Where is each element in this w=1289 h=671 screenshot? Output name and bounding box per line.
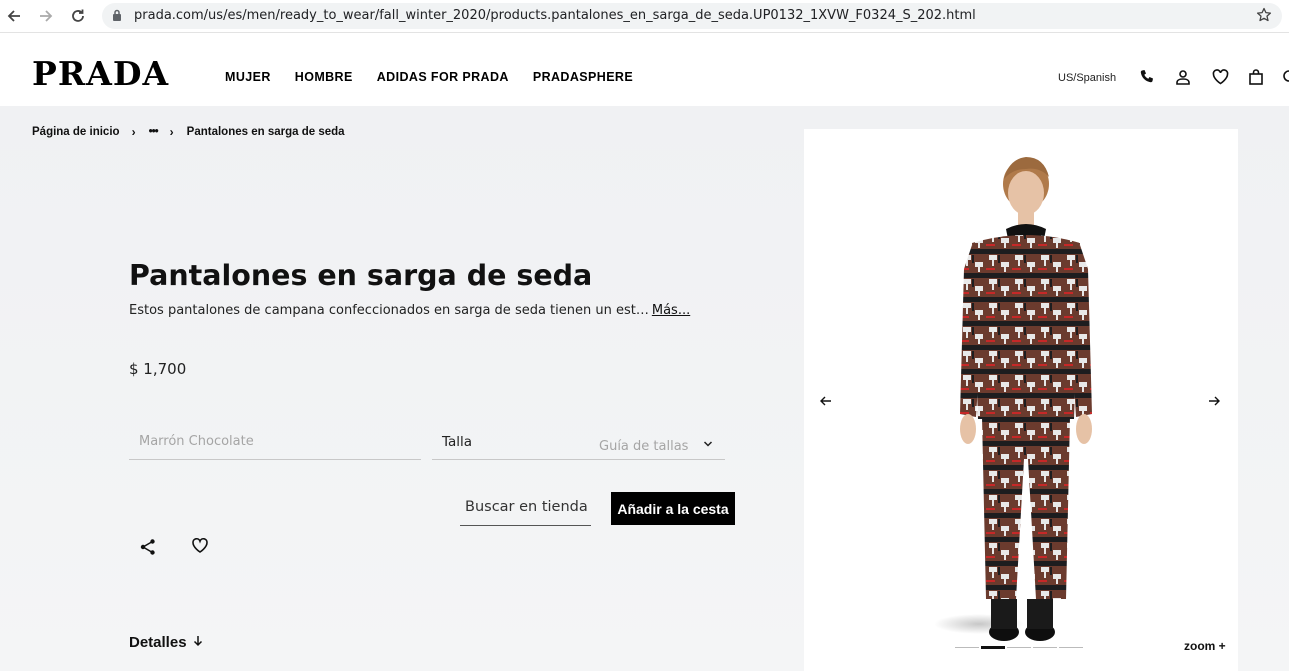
add-to-wishlist-icon[interactable] <box>191 537 209 559</box>
share-icon[interactable] <box>139 538 157 561</box>
locale-selector[interactable]: US/Spanish <box>1058 72 1116 84</box>
previous-image-arrow-icon[interactable] <box>818 393 834 409</box>
size-selector[interactable]: Talla Guía de tallas <box>432 426 725 460</box>
back-arrow-icon[interactable] <box>4 6 24 26</box>
forward-arrow-icon[interactable] <box>36 6 56 26</box>
gallery-dot[interactable] <box>955 647 979 648</box>
description-text: Estos pantalones de campana confeccionad… <box>129 303 649 318</box>
find-in-store-button[interactable]: Buscar en tienda <box>460 492 591 526</box>
reload-icon[interactable] <box>68 6 88 26</box>
product-title: Pantalones en sarga de seda <box>129 259 593 292</box>
menu-item-hombre[interactable]: HOMBRE <box>295 70 353 84</box>
gallery-dot[interactable] <box>1033 647 1057 648</box>
color-selector[interactable]: Marrón Chocolate <box>129 426 421 460</box>
color-value: Marrón Chocolate <box>139 434 254 449</box>
site-header: PRADA MUJER HOMBRE ADIDAS FOR PRADA PRAD… <box>0 34 1289 106</box>
main-menu: MUJER HOMBRE ADIDAS FOR PRADA PRADASPHER… <box>225 70 633 84</box>
url-text[interactable]: prada.com/us/es/men/ready_to_wear/fall_w… <box>134 8 976 23</box>
menu-item-adidas-for-prada[interactable]: ADIDAS FOR PRADA <box>377 70 509 84</box>
menu-item-pradasphere[interactable]: PRADASPHERE <box>533 70 633 84</box>
chevron-right-icon: › <box>169 125 174 139</box>
browser-toolbar: prada.com/us/es/men/ready_to_wear/fall_w… <box>0 0 1289 33</box>
account-icon[interactable] <box>1173 67 1193 87</box>
breadcrumb-ellipsis[interactable]: ••• <box>149 126 159 138</box>
details-toggle[interactable]: Detalles <box>129 634 203 651</box>
size-label: Talla <box>442 434 473 450</box>
arrow-down-icon <box>193 634 203 651</box>
bag-icon[interactable] <box>1246 67 1266 87</box>
breadcrumb-home[interactable]: Página de inicio <box>32 126 120 138</box>
lock-icon <box>112 9 122 27</box>
address-bar[interactable]: prada.com/us/es/men/ready_to_wear/fall_w… <box>102 3 1282 29</box>
gallery-pagination <box>955 646 1083 649</box>
phone-icon[interactable] <box>1137 67 1157 87</box>
product-photo <box>934 157 1092 641</box>
menu-item-mujer[interactable]: MUJER <box>225 70 271 84</box>
product-price: $ 1,700 <box>129 360 187 378</box>
bookmark-star-icon[interactable] <box>1256 7 1272 28</box>
search-icon[interactable] <box>1280 67 1289 87</box>
zoom-button[interactable]: zoom + <box>1184 639 1226 653</box>
chevron-down-icon[interactable] <box>703 436 713 454</box>
gallery-dot-active[interactable] <box>981 646 1005 649</box>
more-link[interactable]: Más... <box>652 303 690 318</box>
details-label: Detalles <box>129 634 187 651</box>
size-guide-link[interactable]: Guía de tallas <box>599 439 688 454</box>
product-page: Página de inicio › ••• › Pantalones en s… <box>0 106 1289 671</box>
product-description: Estos pantalones de campana confeccionad… <box>129 303 690 318</box>
chevron-right-icon: › <box>131 125 136 139</box>
breadcrumb-current: Pantalones en sarga de seda <box>186 126 345 138</box>
product-gallery: zoom + <box>804 129 1238 671</box>
breadcrumb: Página de inicio › ••• › Pantalones en s… <box>32 125 345 139</box>
gallery-dot[interactable] <box>1059 647 1083 648</box>
wishlist-icon[interactable] <box>1210 67 1230 87</box>
prada-logo[interactable]: PRADA <box>32 54 169 93</box>
add-to-cart-button[interactable]: Añadir a la cesta <box>611 492 735 525</box>
gallery-dot[interactable] <box>1007 647 1031 648</box>
next-image-arrow-icon[interactable] <box>1206 393 1222 409</box>
